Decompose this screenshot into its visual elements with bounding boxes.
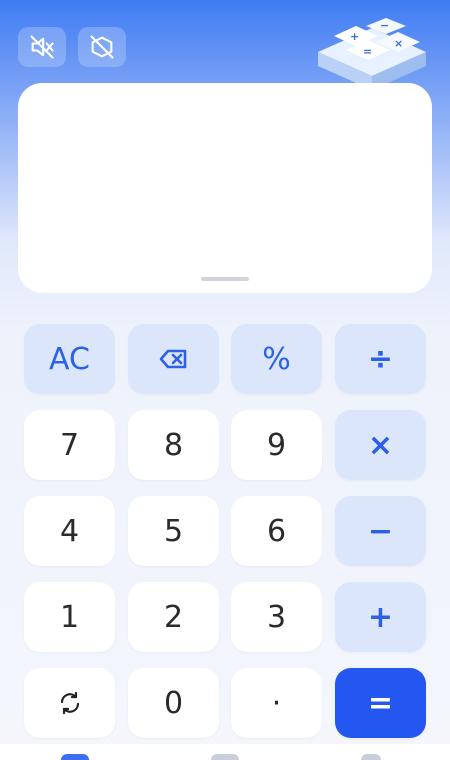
- digit-0-button[interactable]: 0: [128, 668, 219, 738]
- svg-text:=: =: [363, 45, 372, 58]
- result-display: [18, 83, 432, 293]
- digit-7-button[interactable]: 7: [24, 410, 115, 480]
- svg-text:−: −: [380, 19, 389, 32]
- bottom-nav: [0, 744, 450, 760]
- speaker-muted-icon: [30, 35, 54, 59]
- svg-text:+: +: [350, 30, 359, 43]
- digit-5-button[interactable]: 5: [128, 496, 219, 566]
- digit-1-button[interactable]: 1: [24, 582, 115, 652]
- mute-button[interactable]: [18, 27, 66, 67]
- digit-8-button[interactable]: 8: [128, 410, 219, 480]
- percent-button[interactable]: %: [231, 324, 322, 394]
- convert-button[interactable]: [24, 668, 115, 738]
- digit-3-button[interactable]: 3: [231, 582, 322, 652]
- backspace-icon: [159, 349, 186, 369]
- history-drag-handle[interactable]: [201, 277, 249, 281]
- converter-tab-icon[interactable]: [211, 754, 239, 760]
- add-button[interactable]: +: [335, 582, 426, 652]
- digit-2-button[interactable]: 2: [128, 582, 219, 652]
- subtract-button[interactable]: −: [335, 496, 426, 566]
- clear-all-button[interactable]: AC: [24, 324, 115, 394]
- calculator-tab-icon[interactable]: [61, 754, 89, 760]
- digit-6-button[interactable]: 6: [231, 496, 322, 566]
- refresh-icon: [60, 691, 79, 715]
- profile-tab-icon[interactable]: [361, 754, 381, 760]
- backspace-button[interactable]: [128, 324, 219, 394]
- multiply-button[interactable]: ×: [335, 410, 426, 480]
- rotation-lock-button[interactable]: [78, 27, 126, 67]
- digit-4-button[interactable]: 4: [24, 496, 115, 566]
- decimal-point-button[interactable]: ·: [231, 668, 322, 738]
- equals-button[interactable]: =: [335, 668, 426, 738]
- svg-text:×: ×: [394, 37, 403, 50]
- rotation-lock-icon: [90, 35, 114, 59]
- digit-9-button[interactable]: 9: [231, 410, 322, 480]
- divide-button[interactable]: ÷: [335, 324, 426, 394]
- calculator-blocks-logo: + − × =: [318, 18, 426, 90]
